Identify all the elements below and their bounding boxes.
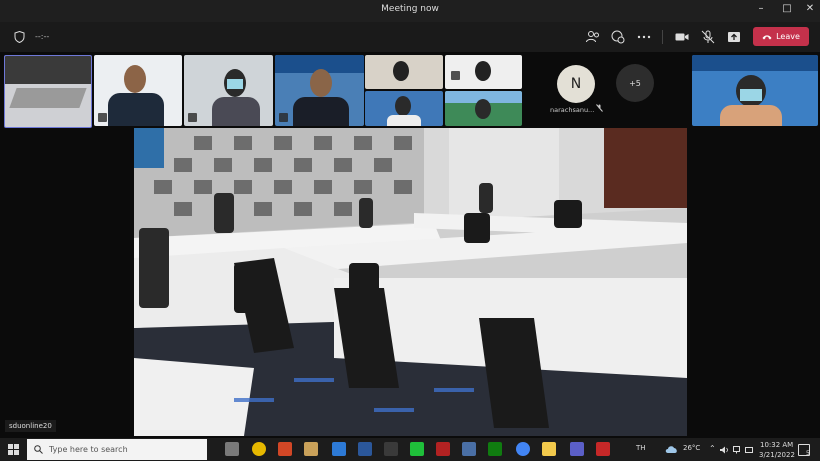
participant-video-3[interactable] [275,55,364,126]
maximize-icon[interactable]: □ [778,3,796,14]
participants-icon[interactable] [585,29,601,45]
task-view-icon[interactable] [225,442,239,456]
meeting-toolbar [0,22,820,52]
file-explorer-icon[interactable] [542,442,556,456]
xbox-icon[interactable] [488,442,502,456]
language-indicator[interactable]: TH [636,444,646,452]
usb-app-icon[interactable] [384,442,398,456]
minimize-icon[interactable]: – [752,3,770,14]
weather-temperature[interactable]: 26°C [683,444,700,452]
taskbar-search-placeholder: Type here to search [49,445,128,454]
chevron-up-icon[interactable]: ⌃ [709,444,716,453]
participant-avatar[interactable]: N [557,65,595,103]
self-video-tile[interactable] [4,55,92,128]
search-icon [34,445,43,454]
participant-name: narachsanu... [550,106,595,114]
mic-muted-icon [451,71,460,80]
phone-hangup-icon [762,34,772,39]
line-app-icon[interactable] [410,442,424,456]
powerpoint-icon[interactable] [278,442,292,456]
participant-video-2[interactable] [184,55,273,126]
mic-muted-icon [98,113,107,122]
participant-video-4[interactable] [365,55,443,89]
more-options-icon[interactable] [636,29,652,45]
toolbar-divider [662,30,663,44]
leave-label: Leave [776,32,800,41]
internet-explorer-icon[interactable] [332,442,346,456]
windows-start-icon[interactable] [8,444,19,455]
self-name-label: sduonline20 [5,420,56,432]
clock-time[interactable]: 10:32 AM [760,441,793,449]
taskbar-search-box[interactable]: Type here to search [27,439,207,460]
participant-video-8[interactable] [692,55,818,126]
volume-icon[interactable] [720,446,729,454]
participant-video-5[interactable] [445,55,522,89]
red-app-icon[interactable] [436,442,450,456]
media-player-icon[interactable] [304,442,318,456]
network-icon[interactable] [733,446,740,454]
close-icon[interactable]: ✕ [801,3,819,14]
chat-icon[interactable] [610,29,626,45]
window-title: Meeting now [381,4,439,14]
meeting-timer: --:-- [35,32,50,41]
chrome-icon[interactable] [252,442,266,456]
notification-count: 5 [806,450,810,457]
mic-muted-icon [188,113,197,122]
acrobat-icon[interactable] [596,442,610,456]
main-video[interactable] [134,128,687,436]
camera-icon[interactable] [674,29,690,45]
microphone-muted-icon[interactable] [700,29,716,45]
mic-muted-icon [596,104,603,112]
keyboard-icon[interactable] [745,446,753,454]
participant-video-6[interactable] [365,91,443,126]
weather-icon[interactable] [665,444,679,454]
teams-icon[interactable] [570,442,584,456]
participant-video-1[interactable] [94,55,182,126]
participant-video-7[interactable] [445,91,522,126]
leave-button[interactable]: Leave [753,27,809,46]
calculator-icon[interactable] [462,442,476,456]
share-screen-icon[interactable] [726,29,742,45]
meeting-room-image [134,128,687,436]
mic-muted-icon [279,113,288,122]
shield-icon [14,31,25,43]
word-icon[interactable] [358,442,372,456]
more-participants-button[interactable]: +5 [616,64,654,102]
chrome-profile-icon[interactable] [516,442,530,456]
clock-date[interactable]: 3/21/2022 [759,451,795,459]
